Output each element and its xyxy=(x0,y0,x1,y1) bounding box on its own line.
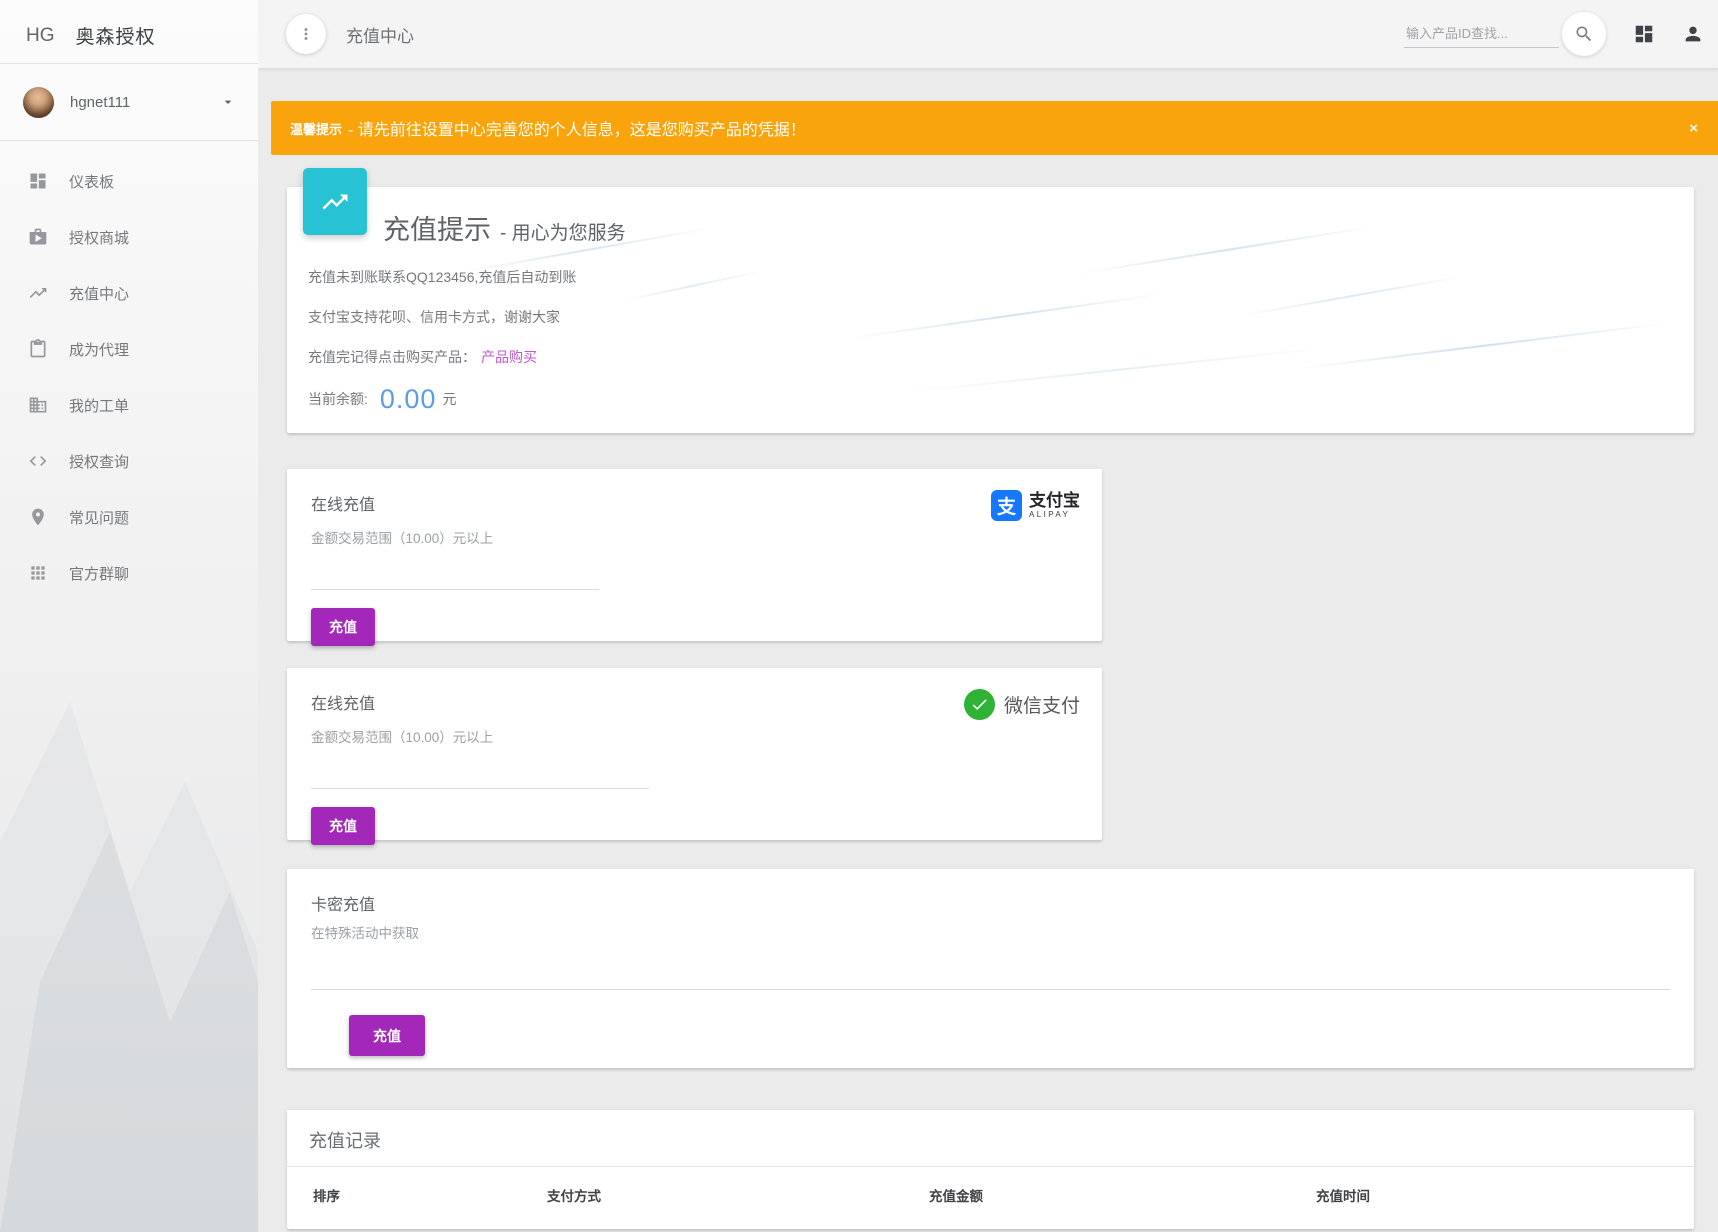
sidebar-item-label: 官方群聊 xyxy=(69,563,129,584)
main-content: 温馨提示 - 请先前往设置中心完善您的个人信息，这是您购买产品的凭据！ × 充值… xyxy=(258,68,1718,1232)
alipay-recharge-card: 在线充值 金额交易范围（10.00）元以上 充值 支 支付宝 ALIPAY xyxy=(287,469,1102,641)
amount-range-hint: 金额交易范围（10.00）元以上 xyxy=(311,726,1078,746)
recharge-records-card: 充值记录 排序 支付方式 充值金额 充值时间 xyxy=(287,1110,1694,1229)
balance-label: 当前余额: xyxy=(308,389,368,409)
clipboard-icon xyxy=(28,339,48,359)
code-icon xyxy=(28,451,48,471)
notice-title: 充值提示 - 用心为您服务 xyxy=(383,208,626,247)
sidebar-nav: 仪表板 授权商城 充值中心 成为代理 我的工单 授权查询 xyxy=(0,141,258,601)
wechat-recharge-button[interactable]: 充值 xyxy=(311,807,375,845)
sidebar-item-faq[interactable]: 常见问题 xyxy=(0,489,258,545)
business-icon xyxy=(28,395,48,415)
notice-title-main: 充值提示 xyxy=(383,208,491,247)
sidebar-item-official-group[interactable]: 官方群聊 xyxy=(0,545,258,601)
apps-icon xyxy=(28,563,48,583)
card-title: 卡密充值 xyxy=(311,891,1670,915)
alipay-amount-input[interactable] xyxy=(311,568,599,590)
records-title: 充值记录 xyxy=(287,1110,1694,1167)
wechat-icon xyxy=(964,689,995,720)
trending-up-icon xyxy=(28,283,48,303)
balance-line: 当前余额: 0.00 元 xyxy=(308,377,576,421)
alipay-recharge-button[interactable]: 充值 xyxy=(311,608,375,646)
app-root: HG 奥森授权 hgnet111 仪表板 授权商城 充值中心 xyxy=(0,0,1718,1232)
notice-line-1: 充值未到账联系QQ123456,充值后自动到账 xyxy=(308,257,576,297)
topbar: 充值中心 xyxy=(258,0,1718,68)
sidebar-item-label: 我的工单 xyxy=(69,395,129,416)
product-buy-link[interactable]: 产品购买 xyxy=(481,349,537,365)
balance-value: 0.00 xyxy=(380,384,437,415)
trending-up-badge xyxy=(303,168,367,235)
more-vert-icon xyxy=(297,25,315,43)
search-input[interactable] xyxy=(1404,20,1559,48)
column-header-sort: 排序 xyxy=(313,1185,547,1205)
sidebar-item-shop[interactable]: 授权商城 xyxy=(0,209,258,265)
place-icon xyxy=(28,507,48,527)
user-name: hgnet111 xyxy=(70,94,130,111)
brand-name: 奥森授权 xyxy=(76,22,156,49)
sidebar-item-label: 常见问题 xyxy=(69,507,129,528)
check-icon xyxy=(970,695,989,714)
alipay-brand-cn: 支付宝 xyxy=(1029,491,1080,510)
sidebar-item-label: 授权商城 xyxy=(69,227,129,248)
sidebar-item-recharge-center[interactable]: 充值中心 xyxy=(0,265,258,321)
shop-icon xyxy=(28,227,48,247)
user-menu[interactable]: hgnet111 xyxy=(0,64,258,140)
records-table-header: 排序 支付方式 充值金额 充值时间 xyxy=(287,1167,1694,1205)
notice-line-2: 支付宝支持花呗、信用卡方式，谢谢大家 xyxy=(308,297,576,337)
wechat-amount-input[interactable] xyxy=(311,767,649,789)
notice-line-3: 充值完记得点击购买产品： 产品购买 xyxy=(308,337,576,377)
sidebar-item-label: 授权查询 xyxy=(69,451,129,472)
card-title: 在线充值 xyxy=(311,491,1078,515)
trending-up-icon xyxy=(320,187,350,217)
sidebar-item-label: 仪表板 xyxy=(69,171,114,192)
user-account-icon[interactable] xyxy=(1682,23,1704,45)
alipay-brand-en: ALIPAY xyxy=(1029,510,1080,520)
topbar-actions xyxy=(1404,12,1718,56)
sidebar-item-dashboard[interactable]: 仪表板 xyxy=(0,153,258,209)
wechat-brand-cn: 微信支付 xyxy=(1004,691,1080,718)
cardkey-recharge-button[interactable]: 充值 xyxy=(349,1015,425,1056)
cardkey-recharge-card: 卡密充值 在特殊活动中获取 充值 xyxy=(287,869,1694,1068)
sidebar: HG 奥森授权 hgnet111 仪表板 授权商城 充值中心 xyxy=(0,0,258,1232)
wechat-pay-logo: 微信支付 xyxy=(964,689,1080,720)
mountain-background xyxy=(0,592,258,1232)
avatar xyxy=(23,87,54,118)
recharge-notice-card: 充值提示 - 用心为您服务 充值未到账联系QQ123456,充值后自动到账 支付… xyxy=(287,187,1694,433)
notice-title-sub: - 用心为您服务 xyxy=(500,218,626,245)
search-icon xyxy=(1574,24,1594,44)
sidebar-item-label: 充值中心 xyxy=(69,283,129,304)
cardkey-hint: 在特殊活动中获取 xyxy=(311,922,1670,942)
cardkey-input[interactable] xyxy=(311,968,1670,990)
search-button[interactable] xyxy=(1562,12,1606,56)
amount-range-hint: 金额交易范围（10.00）元以上 xyxy=(311,527,1078,547)
page-title: 充值中心 xyxy=(346,22,414,47)
dashboard-icon xyxy=(28,171,48,191)
close-icon[interactable]: × xyxy=(1689,121,1698,136)
dashboard-grid-icon[interactable] xyxy=(1633,23,1655,45)
sidebar-item-label: 成为代理 xyxy=(69,339,129,360)
column-header-payment-method: 支付方式 xyxy=(547,1185,929,1205)
purchase-label: 充值完记得点击购买产品： xyxy=(308,349,476,365)
sidebar-item-become-agent[interactable]: 成为代理 xyxy=(0,321,258,377)
balance-unit: 元 xyxy=(442,389,456,409)
more-options-button[interactable] xyxy=(286,14,326,54)
banner-prefix: 温馨提示 xyxy=(290,119,342,138)
notice-body: 充值未到账联系QQ123456,充值后自动到账 支付宝支持花呗、信用卡方式，谢谢… xyxy=(308,257,576,421)
banner-message: - 请先前往设置中心完善您的个人信息，这是您购买产品的凭据！ xyxy=(348,116,806,140)
alert-banner: 温馨提示 - 请先前往设置中心完善您的个人信息，这是您购买产品的凭据！ × xyxy=(271,101,1718,155)
wechat-recharge-card: 在线充值 金额交易范围（10.00）元以上 充值 微信支付 xyxy=(287,668,1102,840)
sidebar-item-my-tickets[interactable]: 我的工单 xyxy=(0,377,258,433)
alipay-icon: 支 xyxy=(991,490,1022,521)
brand: HG 奥森授权 xyxy=(0,0,258,49)
column-header-amount: 充值金额 xyxy=(929,1185,1316,1205)
column-header-time: 充值时间 xyxy=(1316,1185,1694,1205)
brand-logo: HG xyxy=(26,25,55,47)
chevron-down-icon xyxy=(220,94,236,110)
card-title: 在线充值 xyxy=(311,690,1078,714)
sidebar-item-license-query[interactable]: 授权查询 xyxy=(0,433,258,489)
alipay-logo: 支 支付宝 ALIPAY xyxy=(991,490,1080,521)
